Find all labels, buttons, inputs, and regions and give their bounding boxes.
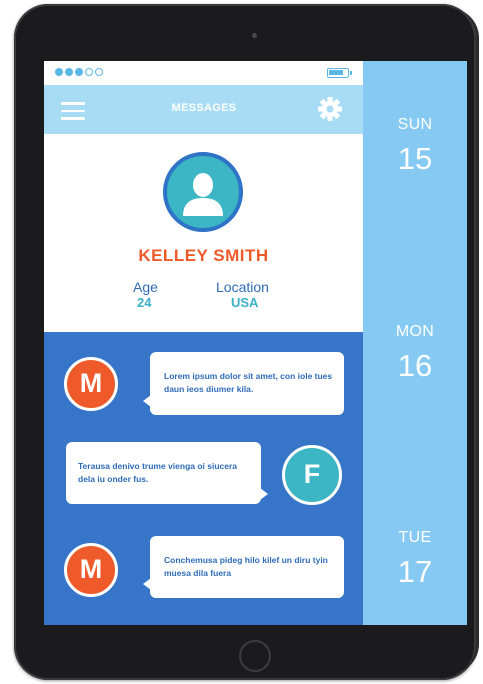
app-header: MESSAGES [44, 85, 363, 134]
message-text: Conchemusa pideg hilo kilef un diru tyin… [164, 555, 328, 578]
calendar-day[interactable]: TUE [363, 529, 467, 547]
signal-dot [85, 68, 93, 76]
calendar-date[interactable]: 17 [363, 554, 467, 590]
sender-avatar-f[interactable]: F [282, 445, 342, 505]
tablet-screen: MESSAGES KELLEY SMITH Age 24 Location US… [44, 61, 467, 625]
message-bubble[interactable]: Lorem ipsum dolor sit amet, con iole tue… [143, 352, 344, 415]
message-bubble[interactable]: Conchemusa pideg hilo kilef un diru tyin… [143, 536, 344, 598]
status-bar [44, 61, 363, 85]
location-value: USA [231, 295, 259, 310]
page-title: MESSAGES [171, 102, 237, 114]
calendar-day[interactable]: SUN [363, 116, 467, 134]
calendar-day[interactable]: MON [363, 323, 467, 341]
calendar-sidebar: SUN 15 MON 16 TUE 17 [363, 61, 467, 625]
profile-name: KELLEY SMITH [138, 246, 269, 265]
message-text: Lorem ipsum dolor sit amet, con iole tue… [164, 371, 333, 394]
battery-level [329, 70, 343, 75]
calendar-date[interactable]: 15 [363, 141, 467, 177]
sender-avatar-m[interactable]: M [64, 543, 118, 597]
gear-icon[interactable] [317, 96, 343, 122]
signal-dot [75, 68, 83, 76]
age-label: Age [133, 279, 158, 295]
home-button[interactable] [239, 640, 271, 672]
sender-avatar-m[interactable]: M [64, 357, 118, 411]
age-value: 24 [137, 295, 152, 310]
signal-dot [95, 68, 103, 76]
messages-list: M Lorem ipsum dolor sit amet, con iole t… [44, 332, 363, 625]
message-text: Terausa denivo trume vienga oi siucera d… [78, 461, 238, 484]
calendar-date[interactable]: 16 [363, 348, 467, 384]
message-bubble[interactable]: Terausa denivo trume vienga oi siucera d… [66, 442, 268, 504]
front-camera [252, 33, 257, 38]
battery-icon [327, 68, 352, 78]
location-label: Location [216, 279, 269, 295]
signal-dot [55, 68, 63, 76]
profile-card: KELLEY SMITH Age 24 Location USA [44, 134, 363, 332]
profile-avatar[interactable] [163, 152, 243, 232]
hamburger-menu-icon[interactable] [61, 102, 85, 120]
signal-strength-icon [55, 68, 103, 76]
messaging-app: MESSAGES KELLEY SMITH Age 24 Location US… [44, 61, 363, 625]
user-silhouette-icon [183, 173, 223, 216]
signal-dot [65, 68, 73, 76]
